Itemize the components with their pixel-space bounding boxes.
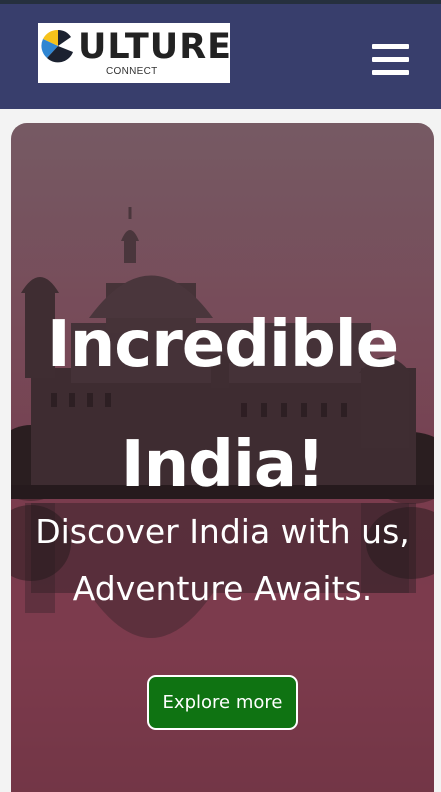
hero-subtitle: Discover India with us, Adventure Awaits… xyxy=(35,512,410,608)
site-header: ULTURE CONNECT xyxy=(0,4,441,109)
explore-more-button[interactable]: Explore more xyxy=(147,675,298,730)
hamburger-icon[interactable] xyxy=(372,44,409,75)
logo-tagline: CONNECT xyxy=(106,66,158,77)
logo-c-icon xyxy=(41,29,73,63)
culture-connect-logo[interactable]: ULTURE CONNECT xyxy=(38,23,233,83)
logo-wordmark: ULTURE xyxy=(78,27,233,67)
hero-title: Incredible India! xyxy=(46,308,399,502)
hero-banner: Incredible India! Discover India with us… xyxy=(11,123,434,792)
